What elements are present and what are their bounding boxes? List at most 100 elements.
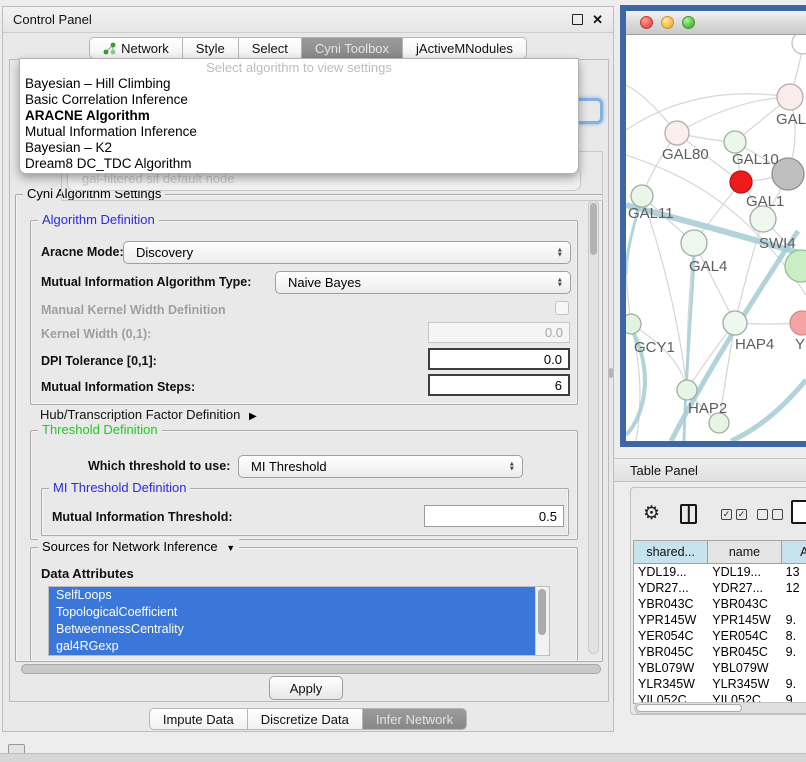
network-node[interactable] xyxy=(724,131,746,153)
table-row[interactable]: YLR345WYLR345W9. xyxy=(634,676,806,692)
table-cell[interactable]: 13 xyxy=(782,564,806,580)
network-node[interactable] xyxy=(677,380,697,400)
table-cell[interactable]: YDR27... xyxy=(634,580,708,596)
tab-jactivemnodules[interactable]: jActiveMNodules xyxy=(403,37,527,59)
network-node[interactable] xyxy=(790,311,806,335)
table-cell[interactable]: 9. xyxy=(782,644,806,660)
table-cell[interactable]: YBR045C xyxy=(634,644,708,660)
hub-definition-toggle[interactable]: Hub/Transcription Factor Definition ▶ xyxy=(40,407,257,422)
network-node[interactable] xyxy=(723,311,747,335)
close-traffic-light[interactable] xyxy=(640,16,653,29)
mi-steps-field[interactable]: 6 xyxy=(428,374,570,396)
select-all-columns-icon[interactable]: ✓ ✓ xyxy=(721,509,747,520)
network-node[interactable] xyxy=(777,84,803,110)
tab-select[interactable]: Select xyxy=(239,37,302,59)
which-threshold-combo[interactable]: MI Threshold ▲▼ xyxy=(238,455,523,478)
table-cell[interactable]: YDL19... xyxy=(708,564,781,580)
table-cell[interactable]: YBR043C xyxy=(634,596,708,612)
apply-button[interactable]: Apply xyxy=(269,676,343,700)
gear-icon[interactable]: ⚙ xyxy=(643,502,660,526)
network-node[interactable] xyxy=(665,121,689,145)
kernel-width-field[interactable]: 0.0 xyxy=(428,322,570,343)
table-cell[interactable] xyxy=(782,596,806,612)
sources-title[interactable]: Sources for Network Inference ▼ xyxy=(38,539,239,554)
table-cell[interactable]: YBL079W xyxy=(634,660,708,676)
network-edge-thick[interactable] xyxy=(731,380,806,441)
dropdown-item[interactable]: Bayesian – K2 xyxy=(20,140,578,156)
mi-type-combo[interactable]: Naive Bayes ▲▼ xyxy=(275,271,571,294)
manual-kernel-checkbox[interactable] xyxy=(555,301,569,315)
table-cell[interactable]: 9. xyxy=(782,676,806,692)
table-row[interactable]: YBR043CYBR043C xyxy=(634,596,806,612)
network-edge[interactable] xyxy=(642,196,687,390)
settings-scrollbar[interactable] xyxy=(588,200,599,654)
list-item[interactable]: gal4RGexp xyxy=(49,638,549,655)
table-cell[interactable] xyxy=(782,660,806,676)
network-node[interactable] xyxy=(785,250,806,282)
tab-style[interactable]: Style xyxy=(183,37,239,59)
table-cell[interactable]: YDL19... xyxy=(634,564,708,580)
list-item[interactable]: TopologicalCoefficient xyxy=(49,604,549,621)
panel-splitter-handle[interactable] xyxy=(609,368,613,378)
close-icon[interactable]: ✕ xyxy=(592,13,603,26)
column-header-shared-name[interactable]: shared... xyxy=(634,541,708,564)
column-layout-icon[interactable] xyxy=(680,504,697,524)
table-cell[interactable]: YBL079W xyxy=(708,660,781,676)
tab-label: Infer Network xyxy=(376,712,453,727)
mi-threshold-group: MI Threshold Definition Mutual Informati… xyxy=(41,488,569,536)
table-cell[interactable]: YDR27... xyxy=(708,580,781,596)
table-row[interactable]: YER054CYER054C8. xyxy=(634,628,806,644)
table-cell[interactable]: YER054C xyxy=(634,628,708,644)
network-node[interactable] xyxy=(730,171,752,193)
table-cell[interactable]: YPR145W xyxy=(634,612,708,628)
table-row[interactable]: YBR045CYBR045C9. xyxy=(634,644,806,660)
network-edge-thick[interactable] xyxy=(626,320,645,435)
tab-cyni-toolbox[interactable]: Cyni Toolbox xyxy=(302,37,403,59)
tab-discretize-data[interactable]: Discretize Data xyxy=(248,708,363,730)
dropdown-item[interactable]: Dream8 DC_TDC Algorithm xyxy=(20,156,578,172)
table-cell[interactable]: YER054C xyxy=(708,628,781,644)
column-header-name[interactable]: name xyxy=(708,541,781,564)
list-scrollbar[interactable] xyxy=(535,587,549,655)
network-node[interactable] xyxy=(626,314,641,334)
mi-threshold-field[interactable]: 0.5 xyxy=(424,505,564,527)
network-node[interactable] xyxy=(631,185,653,207)
deselect-all-columns-icon[interactable] xyxy=(757,509,783,520)
network-svg[interactable]: GALGAL80GAL10GAL1GAL11SWI4GAL4GCY1HAP4YH… xyxy=(626,35,806,441)
table-row[interactable]: YDL19...YDL19...13 xyxy=(634,564,806,580)
tab-impute-data[interactable]: Impute Data xyxy=(149,708,248,730)
table-cell[interactable]: 9. xyxy=(782,612,806,628)
table-horizontal-scrollbar[interactable] xyxy=(634,702,806,714)
settings-horizontal-scrollbar[interactable] xyxy=(21,664,601,674)
zoom-traffic-light[interactable] xyxy=(682,16,695,29)
dropdown-item[interactable]: Basic Correlation Inference xyxy=(20,92,578,108)
network-node[interactable] xyxy=(681,230,707,256)
list-item[interactable]: SelfLoops xyxy=(49,587,549,604)
export-table-icon[interactable] xyxy=(791,500,806,524)
dpi-tolerance-field[interactable]: 0.0 xyxy=(428,348,570,370)
minimize-traffic-light[interactable] xyxy=(661,16,674,29)
aracne-mode-combo[interactable]: Discovery ▲▼ xyxy=(123,241,571,264)
table-row[interactable]: YPR145WYPR145W9. xyxy=(634,612,806,628)
dropdown-item-selected[interactable]: ARACNE Algorithm xyxy=(20,108,578,124)
tab-infer-network[interactable]: Infer Network xyxy=(363,708,467,730)
table-cell[interactable]: YLR345W xyxy=(634,676,708,692)
table-cell[interactable]: YPR145W xyxy=(708,612,781,628)
table-row[interactable]: YBL079WYBL079W xyxy=(634,660,806,676)
list-item[interactable]: BetweennessCentrality xyxy=(49,621,549,638)
table-cell[interactable]: YBR043C xyxy=(708,596,781,612)
table-cell[interactable]: YBR045C xyxy=(708,644,781,660)
tab-network[interactable]: Network xyxy=(89,37,183,59)
network-window-titlebar[interactable] xyxy=(626,11,806,35)
dropdown-item[interactable]: Mutual Information Inference xyxy=(20,124,578,140)
column-header-partial[interactable]: A xyxy=(782,541,806,564)
table-cell[interactable]: 8. xyxy=(782,628,806,644)
float-window-icon[interactable] xyxy=(572,14,583,25)
table-cell[interactable]: YLR345W xyxy=(708,676,781,692)
network-edge[interactable] xyxy=(677,97,790,133)
dropdown-item[interactable]: Bayesian – Hill Climbing xyxy=(20,76,578,92)
network-node[interactable] xyxy=(792,35,806,54)
table-row[interactable]: YDR27...YDR27...12 xyxy=(634,580,806,596)
data-attributes-label: Data Attributes xyxy=(41,566,134,581)
table-cell[interactable]: 12 xyxy=(782,580,806,596)
